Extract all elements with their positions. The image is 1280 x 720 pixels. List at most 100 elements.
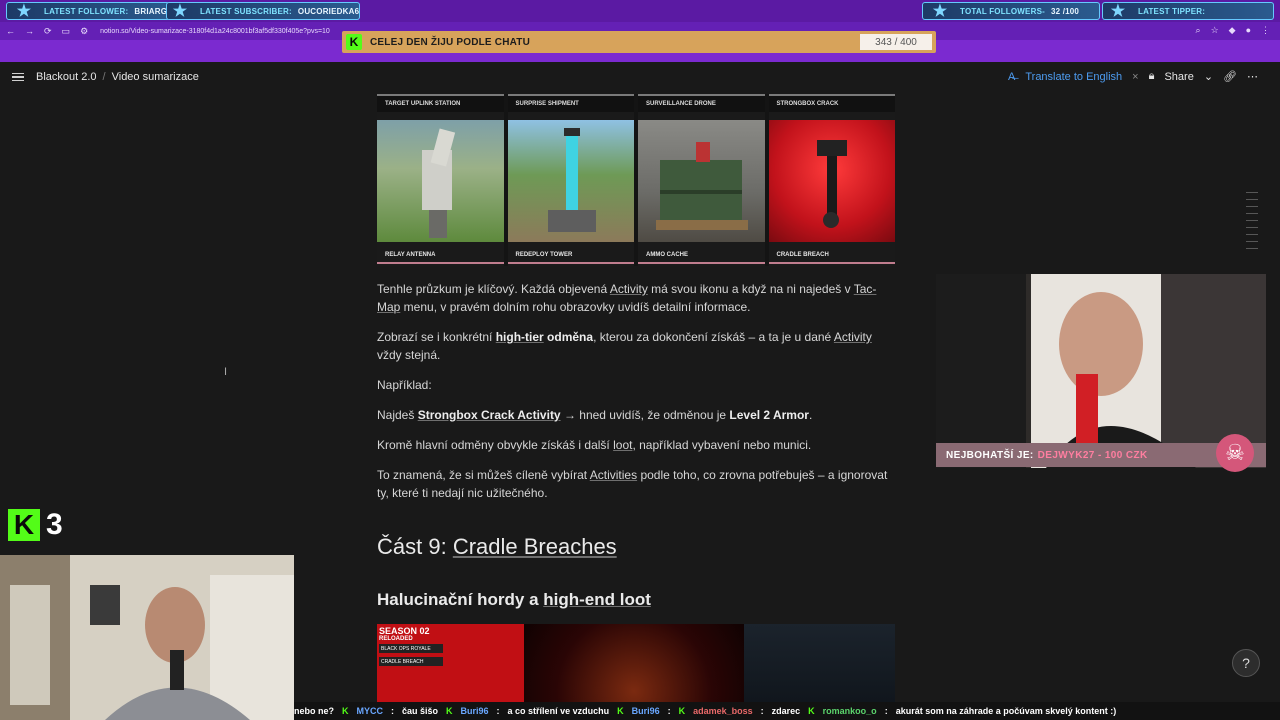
high-tier-term: high-tier <box>495 330 544 344</box>
sidebar-toggle-icon[interactable] <box>12 72 24 82</box>
text-cursor-icon: I <box>224 366 228 378</box>
chat-username: MYCC <box>356 706 384 716</box>
activity-term: Activity <box>609 282 648 296</box>
webcam-feed <box>936 274 1266 468</box>
breadcrumb: Blackout 2.0 / Video sumarizace <box>36 71 199 83</box>
relay-antenna-icon <box>422 128 456 238</box>
chevron-down-icon[interactable]: ⌄ <box>1204 70 1213 83</box>
tile-caption: RELAY ANTENNA <box>377 246 504 264</box>
screen: ★ LATEST FOLLOWER: BriarGap ★ LATEST SUB… <box>0 0 1280 720</box>
paragraph: Kromě hlavní odměny obvykle získáš i dal… <box>377 438 812 452</box>
document-content: TARGET UPLINK STATION RELAY ANTENNA SURP… <box>377 94 895 720</box>
address-bar[interactable]: notion.so/Video-sumarizace-3180f4d1a24c8… <box>100 28 330 35</box>
tile-title: STRONGBOX CRACK <box>768 94 895 112</box>
lock-icon: 🔒︎ <box>1148 70 1155 82</box>
chat-ticker: nebo ne? K MYCC: čau šišo K Buri96: a co… <box>294 702 1280 720</box>
kick-counter: K 3 <box>8 508 63 542</box>
sidebar-icon[interactable]: ▭ <box>62 26 71 37</box>
zoom-icon[interactable]: ⌕ <box>1196 25 1201 36</box>
paragraph: To znamená, že si můžeš cíleně vybírat A… <box>377 468 888 500</box>
loot-term: loot <box>613 438 633 452</box>
outline-scroll-ticks[interactable] <box>1246 192 1258 249</box>
ammo-cache-icon <box>656 142 748 230</box>
skull-icon: ☠ <box>1216 434 1254 472</box>
kick-logo-icon: K <box>346 34 362 50</box>
activities-term: Activities <box>589 468 638 482</box>
site-info-icon[interactable]: ⚙ <box>80 26 88 37</box>
tile-image <box>507 120 634 242</box>
kick-logo-icon: K <box>617 706 624 716</box>
tile-image <box>768 120 895 242</box>
star-icon: ★ <box>932 3 948 20</box>
tile-caption: CRADLE BREACH <box>768 246 895 264</box>
latest-subscriber: ★ LATEST SUBSCRIBER: Oucoriedka6 <box>166 0 359 22</box>
tile-title: TARGET UPLINK STATION <box>377 94 504 112</box>
tile-caption: REDEPLOY TOWER <box>507 246 634 264</box>
more-options-icon[interactable]: ⋯ <box>1247 70 1258 83</box>
webcam-guest <box>0 555 294 720</box>
chat-message: akurát som na záhrade a počúvam skvelý k… <box>895 706 1117 716</box>
share-button[interactable]: Share <box>1164 71 1193 83</box>
star-icon: ★ <box>16 3 32 20</box>
translate-icon[interactable]: A̶ <box>1008 71 1015 83</box>
link-icon[interactable]: 🔗︎ <box>1223 70 1237 83</box>
extension-icon[interactable]: ◆ <box>1229 25 1236 36</box>
subsection-heading: Halucinační hordy a high-end loot <box>377 590 651 609</box>
bookmark-star-icon[interactable]: ☆ <box>1211 25 1219 36</box>
tile-title: SURPRISE SHIPMENT <box>507 94 634 112</box>
goal-count: 343 / 400 <box>860 34 932 50</box>
latest-tipper: ★ LATEST TIPPER: <box>1104 0 1205 22</box>
activity-tile: TARGET UPLINK STATION RELAY ANTENNA <box>377 94 504 266</box>
back-icon[interactable]: ← <box>6 26 15 37</box>
chat-message: nebo ne? <box>294 706 334 716</box>
reload-icon[interactable]: ⟳ <box>44 26 52 37</box>
chat-message: zdarec <box>771 706 801 716</box>
activity-tile: SURPRISE SHIPMENT REDEPLOY TOWER <box>507 94 634 266</box>
kick-logo-icon: K <box>446 706 453 716</box>
profile-icon[interactable]: ● <box>1246 25 1251 36</box>
paragraph: Tenhle průzkum je klíčový. Každá objeven… <box>377 282 877 314</box>
chat-goal-bar: K CELEJ DEN ŽIJU PODLE CHATU 343 / 400 <box>342 31 936 53</box>
stream-overlay-top: ★ LATEST FOLLOWER: BriarGap ★ LATEST SUB… <box>0 0 1280 22</box>
webcam-streamer <box>936 274 1266 468</box>
kick-logo-icon: K <box>342 706 349 716</box>
kick-logo-icon: K <box>808 706 815 716</box>
tile-title: SURVEILLANCE DRONE <box>638 94 765 112</box>
tile-caption: AMMO CACHE <box>638 246 765 264</box>
translate-button[interactable]: Translate to English <box>1025 71 1122 83</box>
tile-image <box>638 120 765 242</box>
breadcrumb-item-video-sumarizace[interactable]: Video sumarizace <box>112 71 199 83</box>
notion-ai-help-button[interactable]: ? <box>1232 649 1260 677</box>
kick-logo-icon: K <box>8 509 40 541</box>
chat-username: Buri96 <box>460 706 489 716</box>
chat-message: a co střílení ve vzduchu <box>507 706 610 716</box>
tile-image <box>377 120 504 242</box>
section-heading: Část 9: Cradle Breaches <box>377 534 617 559</box>
notion-topbar: Blackout 2.0 / Video sumarizace A̶ Trans… <box>0 62 1280 92</box>
cradle-breach-icon <box>816 140 847 228</box>
chat-username: romankoo_o <box>822 706 877 716</box>
breadcrumb-item-blackout[interactable]: Blackout 2.0 <box>36 71 97 83</box>
activity-tile: SURVEILLANCE DRONE AMMO CACHE <box>638 94 765 266</box>
kick-logo-icon: K <box>678 706 686 716</box>
star-icon: ★ <box>172 3 188 20</box>
paragraph: Zobrazí se i konkrétní high-tier odměna,… <box>377 330 872 362</box>
latest-follower: ★ LATEST FOLLOWER: BriarGap <box>10 0 179 22</box>
strongbox-term: Strongbox Crack Activity <box>417 408 561 422</box>
activities-image[interactable]: TARGET UPLINK STATION RELAY ANTENNA SURP… <box>377 94 895 266</box>
chat-username: Buri96 <box>631 706 660 716</box>
chat-message: čau šišo <box>402 706 439 716</box>
forward-icon[interactable]: → <box>25 26 34 37</box>
redeploy-tower-icon <box>547 128 596 232</box>
total-followers: ★ TOTAL Followers- 32 /100 <box>926 0 1079 22</box>
activity-tile: STRONGBOX CRACK CRADLE BREACH <box>768 94 895 266</box>
breadcrumb-separator: / <box>102 71 106 83</box>
chat-username: adamek_boss <box>693 706 753 716</box>
paragraph: Najdeš Strongbox Crack Activity → hned u… <box>377 408 813 422</box>
menu-dots-icon[interactable]: ⋮ <box>1261 25 1270 36</box>
goal-text: CELEJ DEN ŽIJU PODLE CHATU <box>370 36 531 48</box>
activity-term: Activity <box>833 330 872 344</box>
close-icon[interactable]: × <box>1132 71 1138 83</box>
paragraph: Například: <box>377 378 432 392</box>
webcam-feed <box>0 555 294 720</box>
